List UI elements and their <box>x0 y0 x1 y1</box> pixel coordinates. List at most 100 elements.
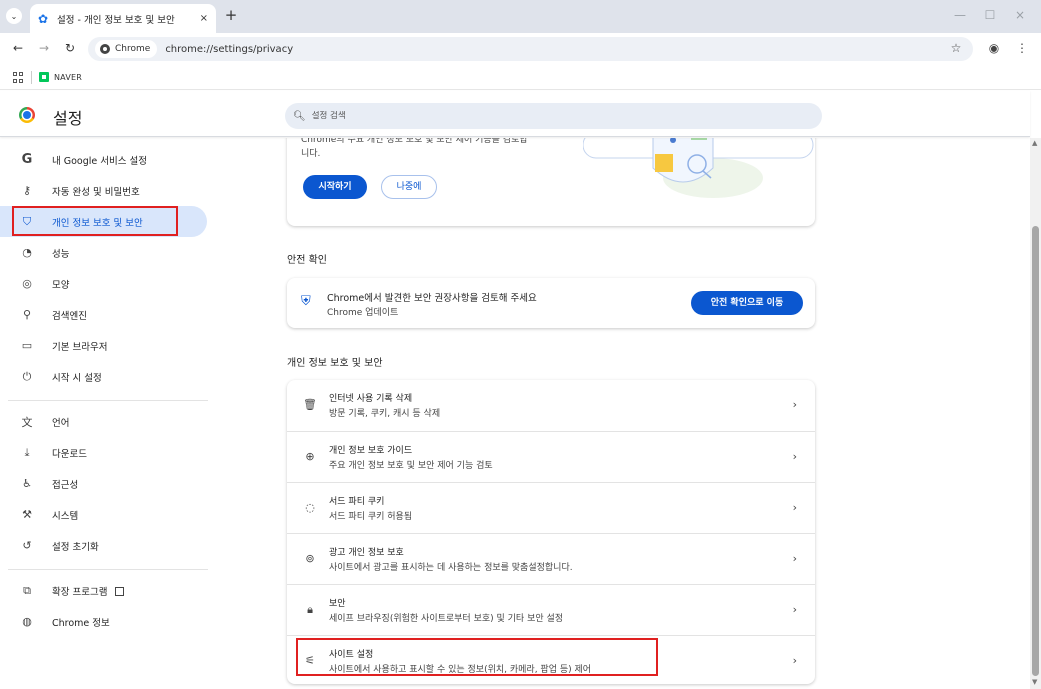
sidebar-item-languages[interactable]: 文 언어 <box>0 406 207 437</box>
privacy-section-heading: 개인 정보 보호 및 보안 <box>287 358 383 369</box>
sidebar-item-default-browser[interactable]: ▭ 기본 브라우저 <box>0 330 207 361</box>
safety-check-heading: 안전 확인 <box>287 255 327 266</box>
gear-icon: ✿ <box>38 11 49 26</box>
palette-icon: ◎ <box>22 277 32 290</box>
scrollbar[interactable]: ▲ ▼ <box>1030 138 1041 689</box>
apps-grid-icon[interactable] <box>13 72 24 83</box>
forward-arrow-icon[interactable]: → <box>36 40 52 56</box>
more-vert-icon[interactable]: ⋮ <box>1014 40 1030 56</box>
safety-check-card: ⛨ Chrome에서 발견한 보안 권장사항을 검토해 주세요 Chrome 업… <box>287 278 815 328</box>
row-security[interactable]: 🔒︎ 보안 세이프 브라우징(위험한 사이트로부터 보호) 및 기타 보안 설정… <box>287 584 815 635</box>
highlight-box-site-settings <box>296 638 658 676</box>
go-to-safety-check-button[interactable]: 안전 확인으로 이동 <box>691 291 803 315</box>
lock-icon: 🔒︎ <box>307 603 313 616</box>
translate-icon: 文 <box>21 415 33 429</box>
settings-search[interactable]: 🔍︎ <box>285 103 822 129</box>
minimize-button[interactable]: — <box>952 7 968 23</box>
chevron-right-icon: › <box>792 603 797 616</box>
search-icon: 🔍︎ <box>293 110 306 122</box>
sidebar-item-on-startup[interactable]: ⏻ 시작 시 설정 <box>0 361 207 392</box>
row-privacy-guide[interactable]: ⊕ 개인 정보 보호 가이드 주요 개인 정보 보호 및 보안 제어 기능 검토… <box>287 431 815 482</box>
sidebar-item-search-engine[interactable]: ⚲ 검색엔진 <box>0 299 207 330</box>
tab-settings[interactable]: ✿ 설정 - 개인 정보 보호 및 보안 × <box>30 4 216 33</box>
search-input[interactable] <box>311 111 792 121</box>
sidebar-item-system[interactable]: ⚒ 시스템 <box>0 499 207 530</box>
chevron-right-icon: › <box>792 450 797 463</box>
profile-icon[interactable]: ◉ <box>986 40 1002 56</box>
key-icon: ⚷ <box>22 184 32 197</box>
new-tab-button[interactable]: + <box>222 6 240 24</box>
bookmarks-bar: NAVER <box>0 64 1041 90</box>
main-content: Chrome의 주요 개인 정보 보호 및 보안 제어 기능을 검토합 니다. … <box>215 138 1030 689</box>
download-icon: ⤓ <box>24 445 30 459</box>
star-icon[interactable]: ☆ <box>948 40 964 56</box>
chrome-logo-icon <box>19 107 35 123</box>
address-bar[interactable]: Chrome chrome://settings/privacy <box>88 37 973 61</box>
chevron-right-icon: › <box>792 654 797 667</box>
row-clear-browsing-data[interactable]: 🗑︎ 인터넷 사용 기록 삭제 방문 기록, 쿠키, 캐시 등 삭제 › <box>287 380 815 431</box>
tab-strip: ⌄ ✿ 설정 - 개인 정보 보호 및 보안 × + — ☐ × <box>0 0 1041 33</box>
sidebar-item-downloads[interactable]: ⤓ 다운로드 <box>0 437 207 468</box>
back-arrow-icon[interactable]: ← <box>10 40 26 56</box>
privacy-guide-promo-card: Chrome의 주요 개인 정보 보호 및 보안 제어 기능을 검토합 니다. … <box>287 138 815 226</box>
reset-icon: ↺ <box>22 539 32 552</box>
external-link-icon <box>115 586 125 596</box>
bookmark-naver[interactable]: NAVER <box>39 69 82 85</box>
browser-window-icon: ▭ <box>21 339 33 352</box>
site-info-chip[interactable]: Chrome <box>95 40 158 58</box>
row-ad-privacy[interactable]: ⊚ 광고 개인 정보 보호 사이트에서 광고를 표시하는 데 사용하는 정보를 … <box>287 533 815 584</box>
url-text[interactable]: chrome://settings/privacy <box>165 44 293 55</box>
chrome-icon: ◍ <box>22 615 32 628</box>
power-icon: ⏻ <box>22 369 32 383</box>
scroll-up-arrow-icon[interactable]: ▲ <box>1032 139 1037 147</box>
speedometer-icon: ◔ <box>22 246 32 259</box>
chevron-down-icon: ⌄ <box>10 11 18 21</box>
tab-search-button[interactable]: ⌄ <box>6 8 22 24</box>
sidebar-item-accessibility[interactable]: ♿︎ 접근성 <box>0 468 207 499</box>
tab-title: 설정 - 개인 정보 보호 및 보안 <box>57 14 175 26</box>
row-third-party-cookies[interactable]: ◌ 서드 파티 쿠키 서드 파티 쿠키 허용됨 › <box>287 482 815 533</box>
page-title: 설정 <box>53 109 83 128</box>
scroll-down-arrow-icon[interactable]: ▼ <box>1032 678 1037 686</box>
chevron-right-icon: › <box>792 552 797 565</box>
sidebar-item-about-chrome[interactable]: ◍ Chrome 정보 <box>0 606 207 637</box>
sidebar-divider <box>8 400 208 401</box>
promo-text: Chrome의 주요 개인 정보 보호 및 보안 제어 기능을 검토합 니다. <box>301 138 528 159</box>
sidebar-item-label: 확장 프로그램 <box>52 586 108 598</box>
scrollbar-thumb[interactable] <box>1032 226 1039 676</box>
naver-icon <box>39 72 49 82</box>
safety-title: Chrome에서 발견한 보안 권장사항을 검토해 주세요 <box>327 293 537 304</box>
wrench-icon: ⚒ <box>22 508 32 521</box>
bookmark-label: NAVER <box>54 72 83 82</box>
chevron-right-icon: › <box>792 398 797 411</box>
accessibility-icon: ♿︎ <box>22 477 32 490</box>
privacy-illustration <box>583 138 814 198</box>
settings-header: 설정 🔍︎ <box>0 91 1030 137</box>
close-window-button[interactable]: × <box>1012 7 1028 23</box>
sidebar-item-appearance[interactable]: ◎ 모양 <box>0 268 207 299</box>
sidebar-divider <box>8 569 208 570</box>
chip-label: Chrome <box>115 44 151 54</box>
reload-icon[interactable]: ↻ <box>62 40 78 56</box>
google-g-icon: G <box>21 152 33 167</box>
highlight-box-sidebar <box>12 206 178 236</box>
ad-privacy-icon: ⊚ <box>305 552 315 565</box>
sidebar-item-reset[interactable]: ↺ 설정 초기화 <box>0 530 207 561</box>
shield-icon: ⛨ <box>301 294 311 309</box>
chrome-icon <box>100 44 110 54</box>
guide-icon: ⊕ <box>305 450 315 463</box>
safety-subtitle: Chrome 업데이트 <box>327 308 399 318</box>
trash-icon: 🗑︎ <box>303 398 317 411</box>
start-button[interactable]: 시작하기 <box>303 175 367 199</box>
cookie-icon: ◌ <box>305 501 315 514</box>
sidebar-item-performance[interactable]: ◔ 성능 <box>0 237 207 268</box>
toolbar: ← → ↻ Chrome chrome://settings/privacy ☆… <box>0 33 1041 64</box>
sidebar-item-google-services[interactable]: G 내 Google 서비스 설정 <box>0 144 207 175</box>
later-button[interactable]: 나중에 <box>381 175 437 199</box>
chevron-right-icon: › <box>792 501 797 514</box>
bookmark-divider <box>31 71 32 84</box>
restore-button[interactable]: ☐ <box>982 7 998 23</box>
sidebar-item-autofill[interactable]: ⚷ 자동 완성 및 비밀번호 <box>0 175 207 206</box>
close-tab-icon[interactable]: × <box>200 13 208 24</box>
sidebar-item-extensions[interactable]: ⧉ 확장 프로그램 <box>0 575 207 606</box>
